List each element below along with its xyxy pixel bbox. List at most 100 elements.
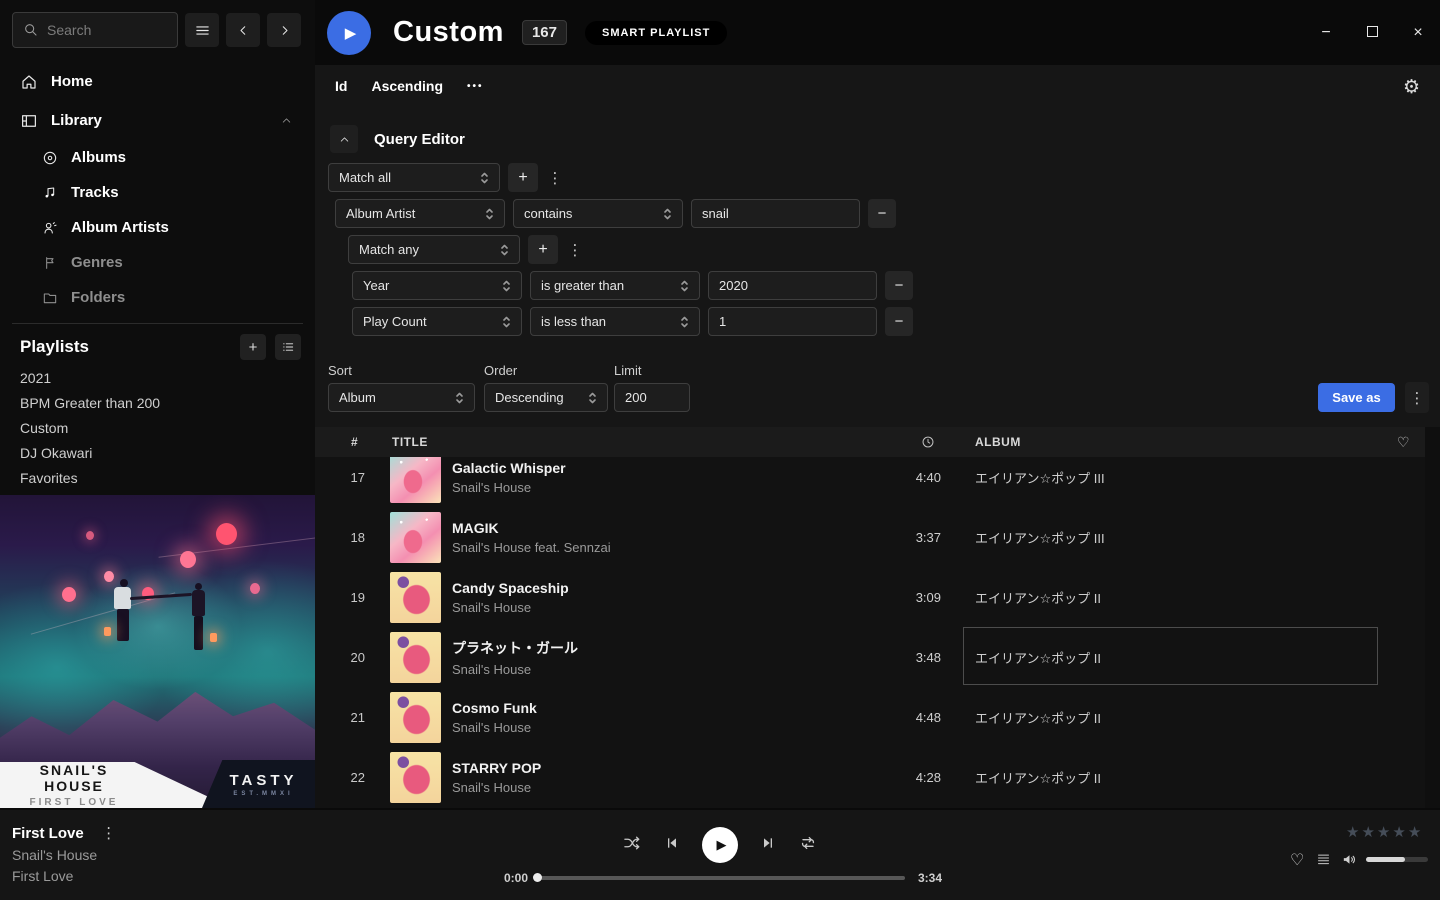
next-track-button[interactable]	[760, 835, 776, 856]
rule-operator-select[interactable]: contains	[513, 199, 683, 228]
rule-operator-select[interactable]: is less than	[530, 307, 700, 336]
remove-rule-button[interactable]: −	[868, 199, 896, 228]
sidebar-item-home[interactable]: Home	[0, 62, 315, 101]
add-rule-button[interactable]: +	[508, 163, 538, 192]
window-maximize-button[interactable]	[1364, 24, 1380, 42]
settings-gear-button[interactable]: ⚙	[1403, 76, 1420, 99]
play-pause-button[interactable]: ▶	[702, 827, 738, 863]
sidebar-item-genres[interactable]: Genres	[0, 245, 315, 280]
now-playing-kebab-button[interactable]: ⋮	[100, 824, 118, 842]
favorite-heart-button[interactable]: ♡	[1290, 850, 1304, 870]
window-close-button[interactable]: ×	[1410, 24, 1426, 42]
next-icon	[760, 835, 776, 851]
save-as-button[interactable]: Save as	[1318, 383, 1395, 412]
lantern-glow	[86, 531, 94, 540]
track-text-cell: MAGIKSnail's House feat. Sennzai	[452, 520, 611, 555]
star-icon[interactable]: ★	[1408, 824, 1423, 841]
sort-select[interactable]: Album	[328, 383, 475, 412]
sidebar-item-album-artists[interactable]: Album Artists	[0, 210, 315, 245]
search-box[interactable]	[12, 12, 178, 48]
star-icon[interactable]: ★	[1346, 824, 1361, 841]
play-playlist-button[interactable]: ▶	[327, 11, 371, 55]
scrollbar-track[interactable]	[1425, 427, 1440, 808]
rule-value-input[interactable]	[708, 307, 877, 336]
nav-forward-button[interactable]	[267, 13, 301, 47]
chevron-up-icon[interactable]	[280, 114, 293, 127]
seek-bar[interactable]	[535, 876, 905, 880]
star-icon[interactable]: ★	[1392, 824, 1407, 841]
rule-value-input[interactable]	[708, 271, 877, 300]
column-header-number[interactable]: #	[351, 435, 358, 449]
sort-field-button[interactable]: Id	[335, 78, 347, 94]
maximize-icon	[1367, 26, 1378, 37]
volume-slider-fill	[1366, 857, 1405, 862]
table-row[interactable]: 17Galactic WhisperSnail's House4:40エイリアン…	[315, 457, 1425, 507]
match-mode-select[interactable]: Match any	[348, 235, 520, 264]
playlist-options-button[interactable]	[275, 334, 301, 360]
playlist-item[interactable]: BPM Greater than 200	[0, 391, 315, 416]
match-mode-select[interactable]: Match all	[328, 163, 500, 192]
column-header-album[interactable]: ALBUM	[975, 435, 1021, 449]
playlist-item[interactable]: Favorites	[0, 466, 315, 491]
search-input[interactable]	[47, 22, 157, 38]
rule-field-select[interactable]: Album Artist	[335, 199, 505, 228]
album-art-thumbnail	[390, 692, 441, 743]
rule-field-select[interactable]: Play Count	[352, 307, 522, 336]
duration-column-clock-icon[interactable]	[921, 435, 935, 452]
rating-stars[interactable]: ★★★★★	[1346, 823, 1423, 841]
query-editor-collapse-button[interactable]	[330, 125, 358, 153]
limit-input[interactable]	[614, 383, 690, 412]
music-note-icon	[42, 185, 58, 201]
remove-rule-button[interactable]: −	[885, 307, 913, 336]
add-rule-button[interactable]: +	[528, 235, 558, 264]
rule-field-select[interactable]: Year	[352, 271, 522, 300]
menu-button[interactable]	[185, 13, 219, 47]
speaker-icon	[1341, 851, 1358, 868]
window-minimize-button[interactable]: −	[1318, 24, 1334, 42]
sidebar-item-folders[interactable]: Folders	[0, 280, 315, 315]
shuffle-button[interactable]	[622, 833, 642, 858]
table-row[interactable]: 18MAGIKSnail's House feat. Sennzai3:37エイ…	[315, 507, 1425, 567]
sort-label: Sort	[328, 363, 352, 378]
sidebar-item-tracks[interactable]: Tracks	[0, 175, 315, 210]
table-row[interactable]: 20プラネット・ガールSnail's House3:48エイリアン☆ポップ II	[315, 627, 1425, 687]
sidebar-item-albums[interactable]: Albums	[0, 140, 315, 175]
queue-button[interactable]	[1316, 852, 1331, 872]
select-chevrons-icon	[502, 315, 511, 329]
star-icon[interactable]: ★	[1377, 824, 1392, 841]
volume-mute-button[interactable]	[1341, 851, 1358, 873]
more-options-button[interactable]: •••	[467, 81, 484, 92]
remove-rule-button[interactable]: −	[885, 271, 913, 300]
volume-slider[interactable]	[1366, 857, 1428, 862]
table-row[interactable]: 19Candy SpaceshipSnail's House3:09エイリアン☆…	[315, 567, 1425, 627]
playlist-item[interactable]: DJ Okawari	[0, 441, 315, 466]
favorite-column-heart-icon[interactable]: ♡	[1397, 434, 1410, 451]
column-header-title[interactable]: TITLE	[392, 435, 428, 449]
main-panel: ▶ Custom 167 SMART PLAYLIST − × Id Ascen…	[315, 0, 1440, 808]
track-text-cell: Candy SpaceshipSnail's House	[452, 580, 569, 615]
group-kebab-button[interactable]: ⋮	[566, 241, 584, 259]
add-playlist-button[interactable]: +	[240, 334, 266, 360]
track-duration: 4:40	[835, 470, 941, 485]
nav-back-button[interactable]	[226, 13, 260, 47]
save-options-kebab-button[interactable]: ⋮	[1405, 382, 1429, 413]
table-row[interactable]: 21Cosmo FunkSnail's House4:48エイリアン☆ポップ I…	[315, 687, 1425, 747]
sort-direction-button[interactable]: Ascending	[371, 78, 443, 94]
table-row[interactable]: 22STARRY POPSnail's House4:28エイリアン☆ポップ I…	[315, 747, 1425, 807]
repeat-button[interactable]	[798, 833, 818, 858]
track-album: エイリアン☆ポップ II	[975, 768, 1101, 787]
star-icon[interactable]: ★	[1361, 824, 1376, 841]
sidebar-item-label: Home	[51, 73, 93, 90]
track-text-cell: Galactic WhisperSnail's House	[452, 460, 566, 495]
seek-bar-knob[interactable]	[533, 873, 542, 882]
rule-value-input[interactable]	[691, 199, 860, 228]
sidebar-item-library[interactable]: Library	[0, 101, 315, 140]
rule-operator-select[interactable]: is greater than	[530, 271, 700, 300]
playlist-item[interactable]: Custom	[0, 416, 315, 441]
previous-track-button[interactable]	[664, 835, 680, 856]
group-kebab-button[interactable]: ⋮	[546, 169, 564, 187]
playlist-item[interactable]: 2021	[0, 366, 315, 391]
order-select[interactable]: Descending	[484, 383, 608, 412]
query-group-row: Match any + ⋮	[348, 235, 913, 264]
query-group-row: Match all + ⋮	[328, 163, 913, 192]
